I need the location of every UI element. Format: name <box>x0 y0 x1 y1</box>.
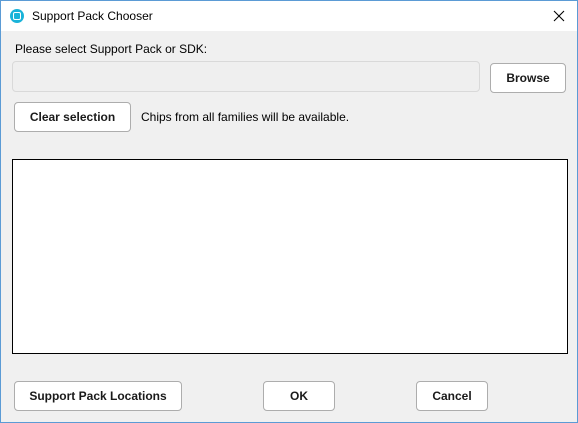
chips-availability-text: Chips from all families will be availabl… <box>141 110 350 124</box>
clear-selection-button[interactable]: Clear selection <box>14 102 131 132</box>
browse-button[interactable]: Browse <box>490 63 566 93</box>
title-bar: Support Pack Chooser <box>1 1 577 31</box>
select-prompt-label: Please select Support Pack or SDK: <box>15 42 208 56</box>
support-pack-locations-button[interactable]: Support Pack Locations <box>14 381 182 411</box>
close-button[interactable] <box>541 1 577 31</box>
support-pack-path-input[interactable] <box>12 61 480 92</box>
window-title: Support Pack Chooser <box>32 9 153 23</box>
app-icon <box>10 9 24 23</box>
support-pack-list[interactable] <box>12 159 568 354</box>
close-icon <box>553 10 565 22</box>
support-pack-chooser-dialog: Support Pack Chooser Please select Suppo… <box>0 0 578 423</box>
cancel-button[interactable]: Cancel <box>416 381 488 411</box>
ok-button[interactable]: OK <box>263 381 335 411</box>
